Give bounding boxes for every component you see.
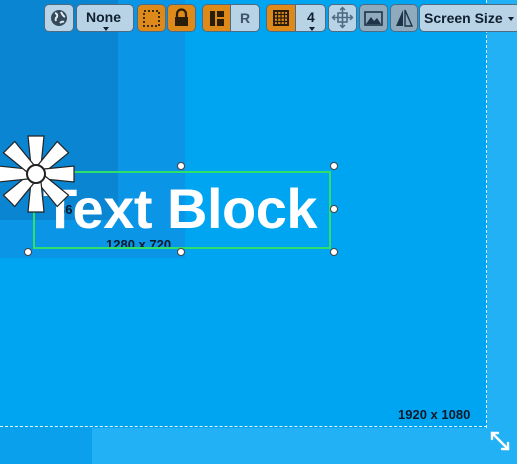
grid-icon [273,10,289,26]
grid-size-value: 4 [307,9,315,25]
chevron-down-icon [103,27,109,31]
screen-boundary-right [486,0,487,428]
grid-size-dropdown[interactable]: 4 [295,4,326,32]
resize-corner-icon[interactable] [487,428,513,454]
r-mode-label: R [240,10,251,26]
flip-button[interactable] [390,4,418,32]
lock-icon [175,8,188,26]
layout-columns-icon [210,11,224,26]
globe-icon [51,10,67,26]
resolution-label-1920: 1920 x 1080 [398,407,471,422]
grid-snap-toggle[interactable] [266,4,296,32]
chevron-down-icon [508,17,514,21]
selection-box-icon [143,10,160,27]
image-icon [364,11,383,26]
chevron-down-icon [309,27,315,31]
move-arrows-icon [331,6,354,29]
resize-handle-top-right[interactable] [330,162,338,170]
resize-handle-top[interactable] [177,162,185,170]
resize-handle-bottom-left[interactable] [24,248,32,256]
flip-triangle-icon [396,9,414,27]
resize-handle-right[interactable] [330,205,338,213]
layout-toggle[interactable] [202,4,231,32]
designer-canvas[interactable]: 36 1280 x 720 1920 x 1080 Text Block [0,0,517,464]
anchor-icon[interactable] [0,132,76,216]
region-select-toggle[interactable] [137,4,166,32]
canvas-margin-right [487,0,517,428]
text-block-widget[interactable]: Text Block [33,171,331,249]
text-block-label: Text Block [43,177,318,240]
canvas-margin-bottom-left [0,428,92,464]
lock-toggle[interactable] [167,4,196,32]
r-mode-button[interactable]: R [230,4,260,32]
screen-size-label: Screen Size [424,10,503,26]
move-button[interactable] [328,4,357,32]
localization-button[interactable] [44,4,74,32]
resize-handle-bottom-right[interactable] [330,248,338,256]
background-image-button[interactable] [359,4,388,32]
screen-size-dropdown[interactable]: Screen Size [419,4,517,32]
resize-handle-bottom[interactable] [177,248,185,256]
screen-boundary-bottom [0,426,487,427]
anchor-preset-dropdown[interactable]: None [76,4,134,32]
anchor-preset-label: None [86,9,121,25]
